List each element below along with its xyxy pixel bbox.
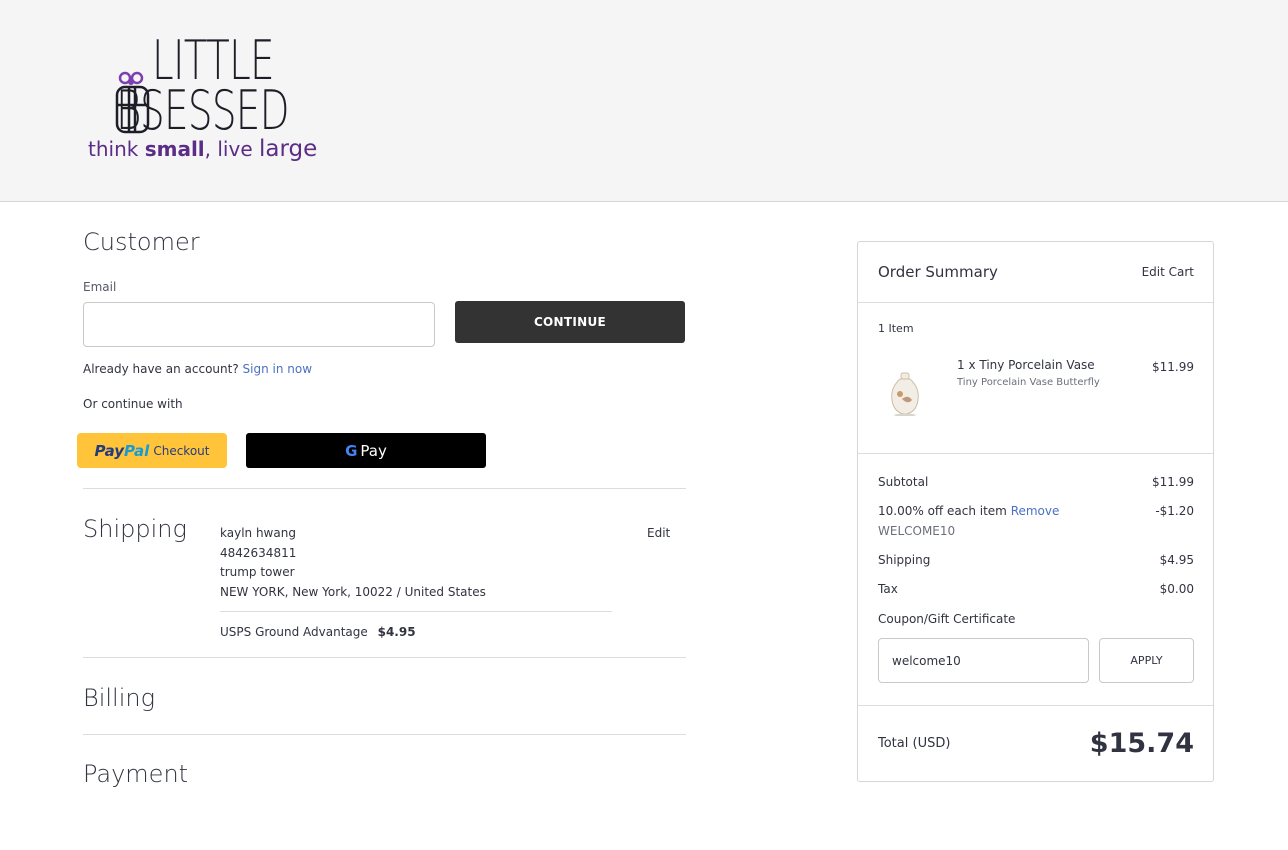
summary-divider <box>858 453 1213 454</box>
summary-divider <box>858 302 1213 303</box>
order-summary-panel: Order Summary Edit Cart 1 Item 1 x Tiny … <box>857 241 1214 782</box>
continue-with-label: Or continue with <box>83 397 183 411</box>
item-name: 1 x Tiny Porcelain Vase <box>957 358 1095 372</box>
shipping-cost-value: $4.95 <box>1159 553 1194 567</box>
paypal-checkout-label: Checkout <box>153 443 210 458</box>
google-g-icon: G <box>345 441 358 460</box>
edit-cart-link[interactable]: Edit Cart <box>1142 265 1194 279</box>
shipping-method: USPS Ground Advantage $4.95 <box>220 625 416 639</box>
coupon-code-input[interactable]: welcome10 <box>878 638 1089 683</box>
product-thumbnail[interactable] <box>888 372 922 416</box>
coupon-gift-link[interactable]: Coupon/Gift Certificate <box>878 612 1015 626</box>
tax-value: $0.00 <box>1159 582 1194 596</box>
discount-value: -$1.20 <box>1155 504 1194 518</box>
account-prompt-text: Already have an account? <box>83 362 239 376</box>
item-variant: Tiny Porcelain Vase Butterfly <box>957 377 1100 388</box>
paypal-logo: PayPal <box>94 441 150 460</box>
discount-remove-link[interactable]: Remove <box>1011 504 1060 518</box>
shipping-edit-button[interactable]: Edit <box>647 526 670 540</box>
shipping-address-line2: NEW YORK, New York, 10022 / United State… <box>220 585 486 599</box>
email-label: Email <box>83 280 117 294</box>
apply-coupon-button[interactable]: APPLY <box>1099 638 1194 683</box>
shipping-inner-divider <box>220 611 612 612</box>
payment-title[interactable]: Payment <box>83 760 188 788</box>
discount-label: 10.00% off each item Remove <box>878 504 1059 518</box>
shipping-method-name: USPS Ground Advantage <box>220 625 368 639</box>
shipping-phone: 4842634811 <box>220 546 297 560</box>
discount-code: WELCOME10 <box>878 524 956 538</box>
customer-title: Customer <box>83 228 200 256</box>
logo-word-obsessed: BSESSED <box>116 79 290 142</box>
sign-in-link[interactable]: Sign in now <box>243 362 313 376</box>
item-price: $11.99 <box>1152 360 1194 374</box>
logo-tagline: think small, live large <box>88 136 318 162</box>
item-count: 1 Item <box>878 322 914 335</box>
shipping-title: Shipping <box>83 515 187 543</box>
total-label: Total (USD) <box>878 736 951 751</box>
google-pay-label: Pay <box>360 441 387 460</box>
summary-divider <box>858 705 1213 706</box>
tax-label: Tax <box>878 582 898 596</box>
paypal-checkout-button[interactable]: PayPal Checkout <box>77 433 227 468</box>
section-divider <box>83 657 686 658</box>
google-pay-button[interactable]: G Pay <box>246 433 486 468</box>
shipping-method-price: $4.95 <box>377 625 416 639</box>
store-logo[interactable]: LITTLE BSESSED think small, live large <box>88 34 318 164</box>
billing-title[interactable]: Billing <box>83 684 155 712</box>
shipping-cost-label: Shipping <box>878 553 931 567</box>
continue-button[interactable]: CONTINUE <box>455 301 685 343</box>
shipping-name: kayln hwang <box>220 526 296 540</box>
subtotal-value: $11.99 <box>1152 475 1194 489</box>
account-prompt: Already have an account? Sign in now <box>83 362 312 376</box>
section-divider <box>83 734 686 735</box>
shipping-address-line1: trump tower <box>220 565 295 579</box>
order-summary-title: Order Summary <box>878 263 998 281</box>
total-value: $15.74 <box>1089 728 1194 759</box>
section-divider <box>83 488 686 489</box>
subtotal-label: Subtotal <box>878 475 929 489</box>
email-field[interactable] <box>83 302 435 347</box>
site-header: LITTLE BSESSED think small, live large <box>0 0 1288 202</box>
discount-text: 10.00% off each item <box>878 504 1007 518</box>
